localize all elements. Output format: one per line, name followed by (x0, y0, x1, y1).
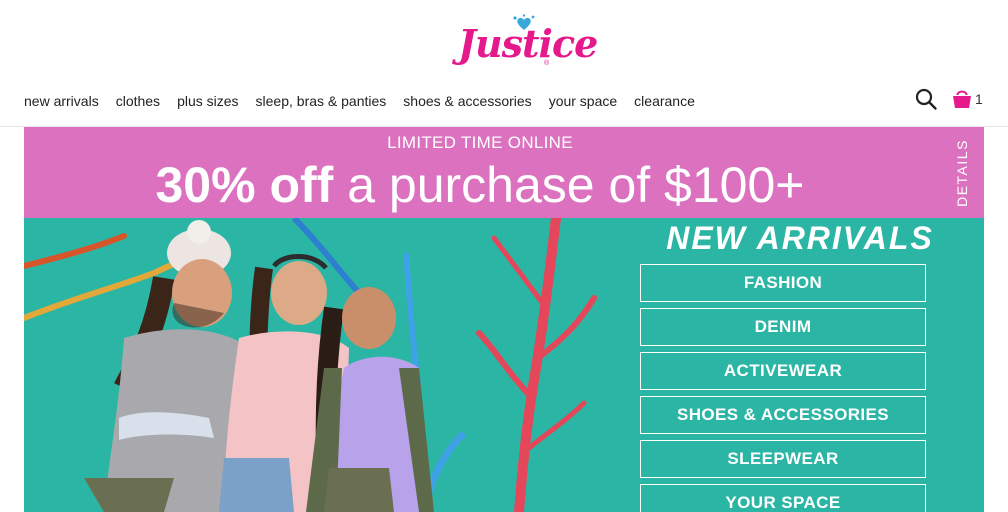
main-nav: new arrivals clothes plus sizes sleep, b… (24, 90, 712, 112)
nav-item-plus-sizes[interactable]: plus sizes (177, 93, 238, 109)
new-arrivals-title: NEW ARRIVALS (666, 220, 934, 256)
promo-banner[interactable]: LIMITED TIME ONLINE 30% off a purchase o… (24, 127, 984, 218)
shopping-bag-icon[interactable] (950, 87, 974, 111)
promo-headline: 30% off a purchase of $100+ (24, 155, 936, 215)
nav-item-your-space[interactable]: your space (549, 93, 617, 109)
category-button-sleepwear[interactable]: SLEEPWEAR (640, 440, 926, 478)
nav-item-new-arrivals[interactable]: new arrivals (24, 93, 99, 109)
logo-registered-mark: ® (544, 60, 550, 67)
promo-headline-discount: 30% off (155, 157, 334, 213)
promo-details-label: DETAILS (954, 139, 970, 207)
promo-details-link[interactable]: DETAILS (950, 139, 974, 207)
cart-count: 1 (975, 91, 983, 107)
category-button-denim[interactable]: DENIM (640, 308, 926, 346)
category-button-activewear[interactable]: ACTIVEWEAR (640, 352, 926, 390)
search-icon[interactable] (914, 87, 938, 111)
nav-item-shoes-accessories[interactable]: shoes & accessories (403, 93, 531, 109)
nav-item-clearance[interactable]: clearance (634, 93, 695, 109)
logo-heart-splash-icon (513, 14, 535, 30)
promo-eyebrow: LIMITED TIME ONLINE (387, 133, 573, 152)
category-button-shoes-accessories[interactable]: SHOES & ACCESSORIES (640, 396, 926, 434)
justice-logo[interactable]: Justice ® (458, 14, 598, 74)
category-button-your-space[interactable]: YOUR SPACE (640, 484, 926, 512)
site-header: Justice ® new arrivals clothes plus size… (0, 0, 1008, 127)
category-list: FASHION DENIM ACTIVEWEAR SHOES & ACCESSO… (640, 264, 928, 512)
promo-headline-condition: a purchase of $100+ (333, 157, 805, 213)
category-button-fashion[interactable]: FASHION (640, 264, 926, 302)
hero-banner: NEW ARRIVALS FASHION DENIM ACTIVEWEAR SH… (24, 218, 984, 512)
nav-item-sleep-bras-panties[interactable]: sleep, bras & panties (256, 93, 387, 109)
nav-item-clothes[interactable]: clothes (116, 93, 160, 109)
